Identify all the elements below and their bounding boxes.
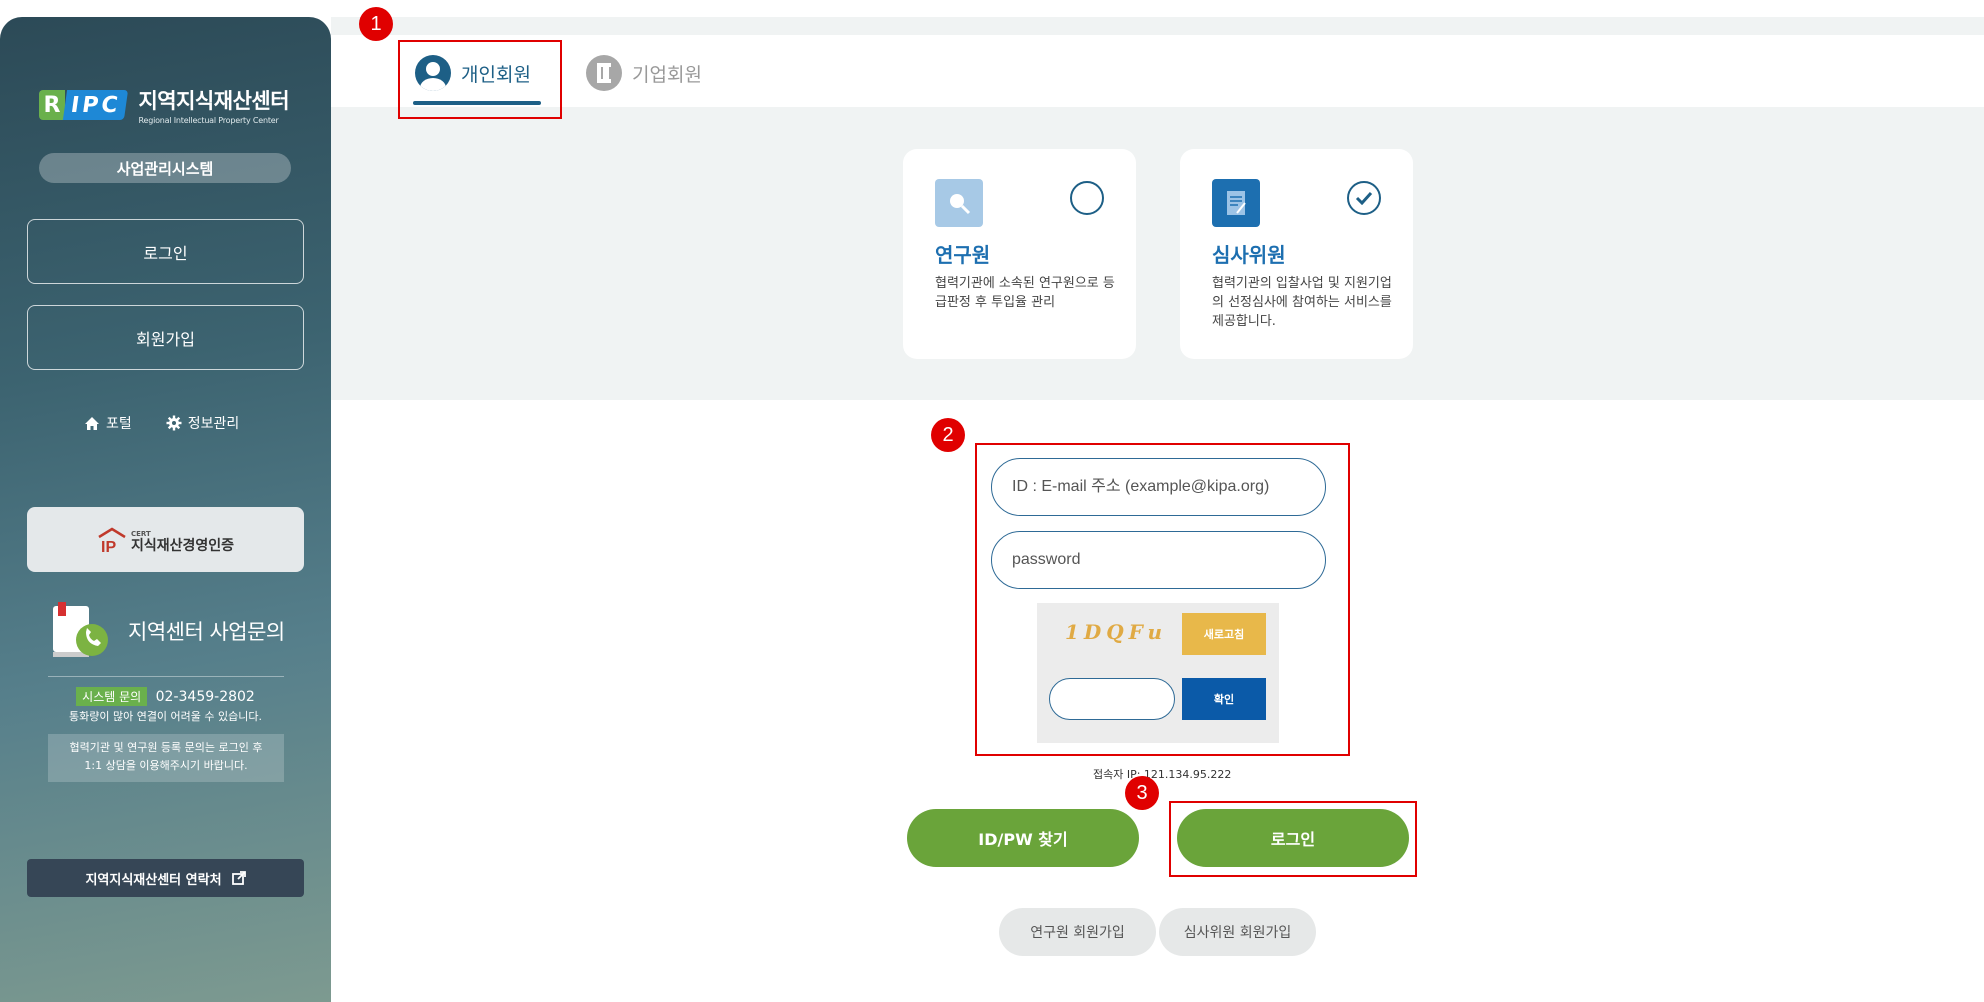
svg-text:IP: IP (101, 539, 116, 553)
reviewer-radio-checked[interactable] (1347, 181, 1381, 215)
captcha-confirm-button[interactable]: 확인 (1182, 678, 1266, 720)
top-strip (331, 17, 1984, 35)
role-card-reviewer[interactable]: 심사위원 협력기관의 입찰사업 및 지원기업의 선정심사에 참여하는 서비스를 … (1180, 149, 1413, 359)
logo-r: R (39, 90, 65, 120)
check-icon (1355, 191, 1373, 205)
info-manage-link[interactable]: 정보관리 (166, 413, 240, 433)
login-button[interactable]: 로그인 (1177, 809, 1409, 867)
sidebar-divider (48, 676, 284, 677)
info-manage-label: 정보관리 (187, 416, 240, 432)
magnifier-icon (935, 179, 983, 227)
password-input[interactable] (991, 531, 1326, 589)
captcha-input[interactable] (1049, 678, 1175, 720)
partner-note-line-2: 1:1 상담을 이용해주시기 바랍니다. (84, 759, 248, 772)
sidebar-login-button[interactable]: 로그인 (27, 219, 304, 284)
role-card-researcher[interactable]: 연구원 협력기관에 소속된 연구원으로 등급판정 후 투입율 관리 (903, 149, 1136, 359)
sidebar-signup-button[interactable]: 회원가입 (27, 305, 304, 370)
sidebar-quick-links: 포털 정보관리 (84, 413, 239, 433)
partner-note-line-1: 협력기관 및 연구원 등록 문의는 로그인 후 (69, 741, 263, 754)
logo-title: 지역지식재산센터 (138, 89, 290, 113)
portal-link[interactable]: 포털 (84, 413, 132, 433)
active-tab-underline (413, 101, 541, 105)
find-id-pw-button[interactable]: ID/PW 찾기 (907, 809, 1139, 867)
building-icon (586, 55, 622, 91)
annotation-marker-1: 1 (359, 7, 393, 41)
client-ip-text: 접속자 IP: 121.134.95.222 (1093, 768, 1232, 781)
captcha-panel: 1DQFu 새로고침 확인 (1037, 603, 1279, 743)
sidebar: R IPC 지역지식재산센터 Regional Intellectual Pro… (0, 17, 331, 1002)
reviewer-signup-button[interactable]: 심사위원 회원가입 (1159, 908, 1316, 956)
inquiry-title: 지역센터 사업문의 (128, 620, 285, 644)
ip-management-cert-button[interactable]: IP CERT 지식재산경영인증 (27, 507, 304, 572)
system-phone: 02-3459-2802 (155, 689, 255, 705)
role-title: 연구원 (935, 243, 991, 267)
tab-personal-member[interactable]: 개인회원 (415, 55, 531, 91)
regional-inquiry: 지역센터 사업문의 (50, 602, 285, 660)
ripc-logo[interactable]: R IPC 지역지식재산센터 Regional Intellectual Pro… (39, 85, 290, 125)
tab-corporate-label: 기업회원 (632, 63, 702, 86)
captcha-refresh-button[interactable]: 새로고침 (1182, 613, 1266, 655)
role-description: 협력기관의 입찰사업 및 지원기업의 선정심사에 참여하는 서비스를 제공합니다… (1212, 276, 1392, 329)
system-inquiry-line: 시스템 문의 02-3459-2802 (0, 687, 331, 706)
external-link-icon (231, 871, 246, 885)
contact-label: 지역지식재산센터 연락처 (85, 872, 222, 888)
annotation-marker-3: 3 (1125, 776, 1159, 810)
person-icon (415, 55, 451, 91)
tab-corporate-member[interactable]: 기업회원 (586, 55, 702, 91)
researcher-radio[interactable] (1070, 181, 1104, 215)
document-icon (1212, 179, 1260, 227)
logo-ipc: IPC (62, 90, 129, 120)
center-contact-button[interactable]: 지역지식재산센터 연락처 (27, 859, 304, 897)
gear-icon (166, 415, 182, 431)
cert-label: 지식재산경영인증 (130, 537, 235, 554)
researcher-signup-button[interactable]: 연구원 회원가입 (999, 908, 1156, 956)
captcha-image: 1DQFu (1065, 620, 1168, 644)
home-icon (85, 416, 99, 430)
role-selection-area (331, 107, 1984, 400)
member-type-tabs: 개인회원 기업회원 (331, 35, 1984, 107)
busy-note: 통화량이 많아 연결이 어려울 수 있습니다. (68, 710, 263, 723)
cert-logo-icon: IP (97, 527, 127, 553)
role-description: 협력기관에 소속된 연구원으로 등급판정 후 투입율 관리 (935, 276, 1115, 310)
phone-book-icon (53, 602, 108, 657)
system-name-pill: 사업관리시스템 (39, 153, 291, 183)
partner-note-box: 협력기관 및 연구원 등록 문의는 로그인 후 1:1 상담을 이용해주시기 바… (48, 734, 284, 782)
system-inquiry-badge: 시스템 문의 (76, 687, 148, 706)
logo-subtitle: Regional Intellectual Property Center (138, 116, 279, 125)
portal-label: 포털 (106, 416, 132, 432)
role-title: 심사위원 (1212, 243, 1286, 267)
id-email-input[interactable] (991, 458, 1326, 516)
annotation-marker-2: 2 (931, 418, 965, 452)
tab-personal-label: 개인회원 (461, 63, 531, 86)
